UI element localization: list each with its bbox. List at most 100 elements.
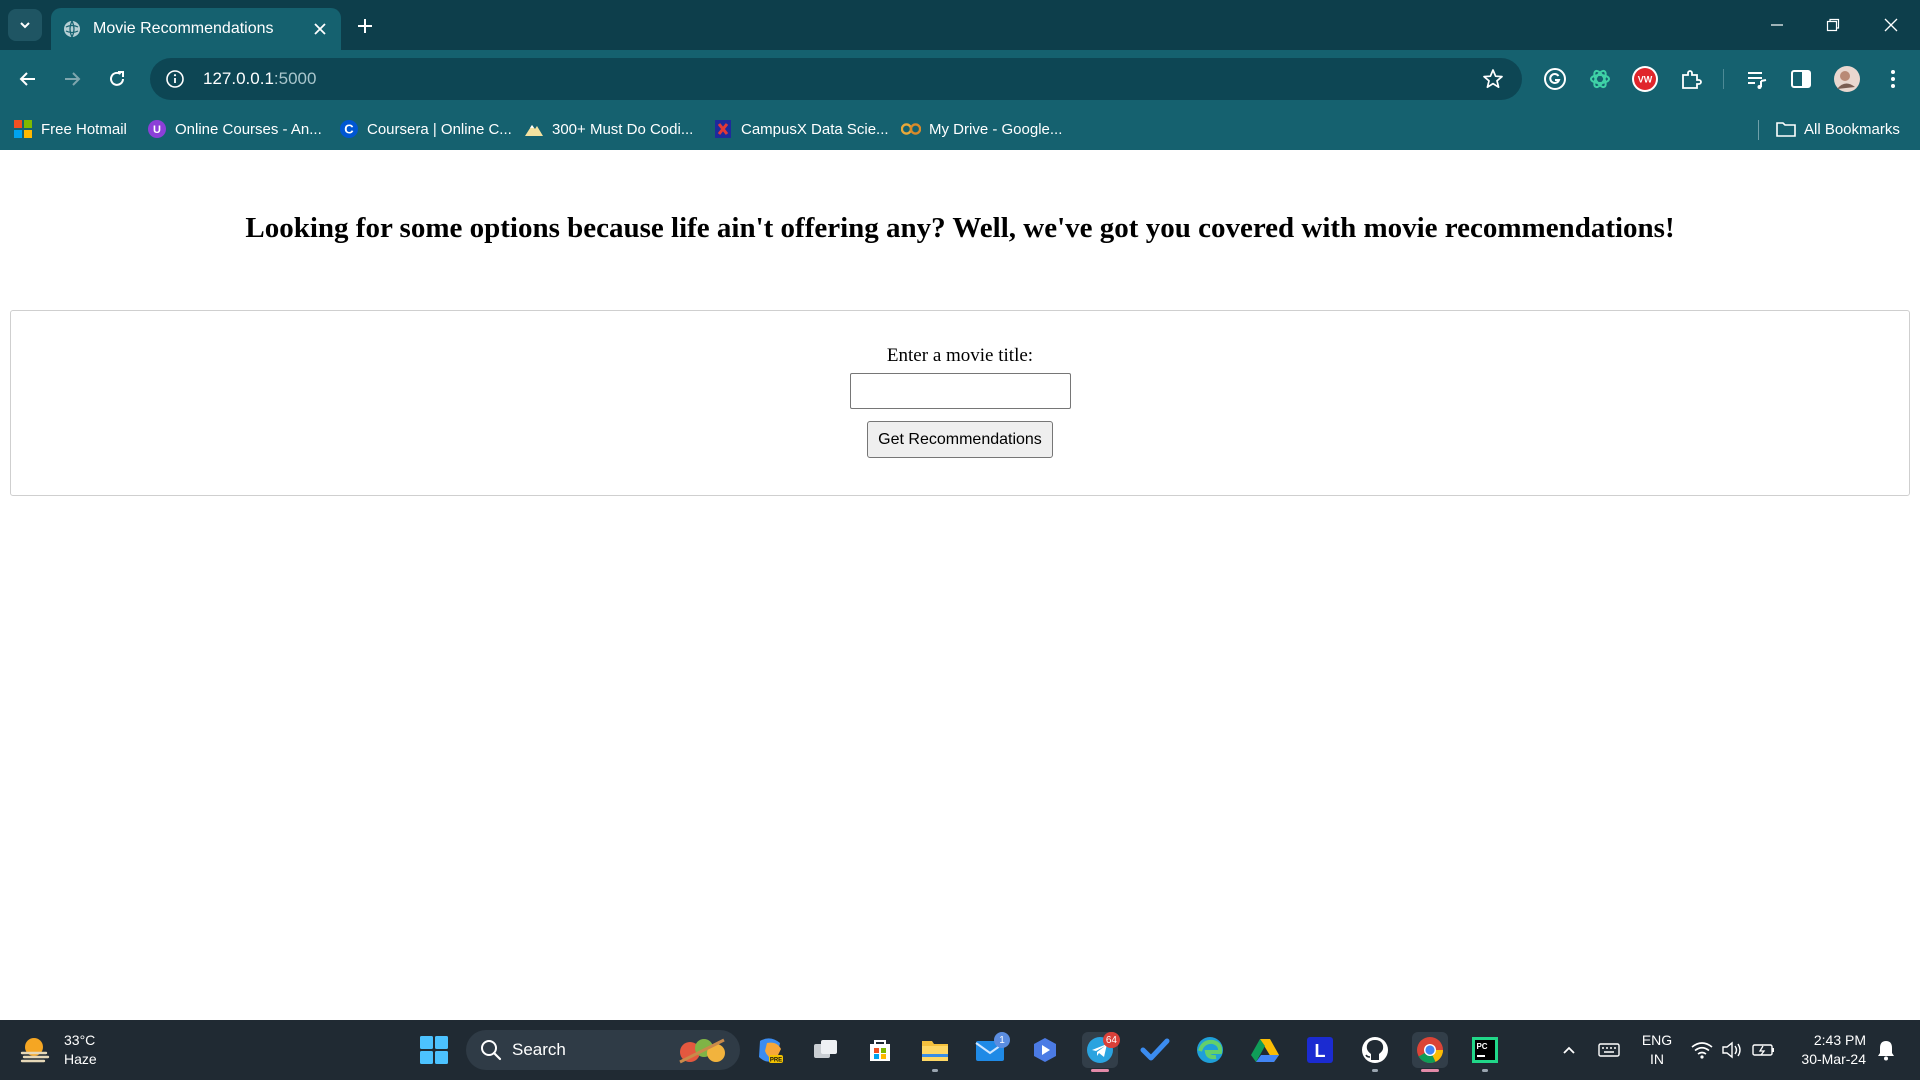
language-code: ENG: [1641, 1032, 1673, 1048]
bookmark-star-icon[interactable]: [1481, 67, 1505, 91]
bookmark-label: Coursera | Online C...: [367, 120, 512, 138]
url-port: :5000: [273, 69, 317, 88]
notifications-button[interactable]: [1872, 1036, 1900, 1064]
pycharm-app[interactable]: PC: [1467, 1032, 1503, 1072]
github-app[interactable]: [1357, 1032, 1393, 1072]
bookmarks-bar: Free Hotmail U Online Courses - An... C …: [0, 108, 1920, 150]
weather-widget[interactable]: 33°C Haze: [18, 1030, 97, 1070]
taskbar-search[interactable]: Search: [466, 1030, 740, 1070]
close-window-button[interactable]: [1878, 12, 1904, 38]
todo-app[interactable]: [1137, 1032, 1173, 1068]
coursera-icon: C: [339, 119, 359, 139]
wifi-icon: [1691, 1042, 1713, 1059]
address-bar[interactable]: 127.0.0.1:5000: [150, 58, 1522, 100]
online-courses-icon: U: [147, 119, 167, 139]
show-hidden-icons-button[interactable]: [1555, 1036, 1583, 1064]
l-app[interactable]: L: [1302, 1032, 1338, 1068]
folder-icon: [922, 1041, 948, 1061]
minimize-button[interactable]: [1764, 12, 1790, 38]
taskbar: 33°C Haze Search PRE 1 64 L PC ENG IN 2:…: [0, 1020, 1920, 1080]
grammarly-icon[interactable]: [1540, 64, 1570, 94]
google-drive-icon: [1251, 1039, 1279, 1062]
browser-tab-strip: Movie Recommendations: [0, 0, 1920, 50]
input-language-indicator[interactable]: ENG IN: [1637, 1031, 1677, 1069]
battery-status[interactable]: [1750, 1036, 1778, 1064]
movie-title-input[interactable]: [850, 373, 1071, 409]
windows-logo-icon: [13, 119, 33, 139]
running-indicator: [1372, 1069, 1378, 1072]
side-panel-icon[interactable]: [1786, 64, 1816, 94]
hexagon-play-icon: [1034, 1038, 1056, 1062]
vw-extension-icon[interactable]: VW: [1630, 64, 1660, 94]
volume-status[interactable]: [1718, 1036, 1746, 1064]
bookmark-must-do-coding[interactable]: 300+ Must Do Codi...: [524, 116, 693, 142]
page-content: Looking for some options because life ai…: [0, 150, 1920, 1020]
running-indicator: [932, 1069, 938, 1072]
checkmark-icon: [1140, 1038, 1170, 1061]
mountain-icon: [524, 119, 544, 139]
bell-icon: [1878, 1041, 1894, 1061]
tab-search-button[interactable]: [8, 9, 42, 41]
active-tab[interactable]: Movie Recommendations: [51, 8, 341, 50]
start-button[interactable]: [416, 1032, 452, 1068]
telegram-app[interactable]: 64: [1082, 1032, 1120, 1072]
campusx-icon: [713, 119, 733, 139]
avatar[interactable]: [1832, 64, 1862, 94]
edge-icon: [1197, 1037, 1223, 1063]
file-explorer-app[interactable]: [917, 1032, 953, 1072]
new-tab-button[interactable]: [352, 13, 378, 39]
info-icon[interactable]: [163, 67, 187, 91]
back-button[interactable]: [13, 64, 43, 94]
bookmark-campusx[interactable]: CampusX Data Scie...: [713, 116, 889, 142]
mail-app[interactable]: 1: [972, 1032, 1010, 1068]
google-drive-app[interactable]: [1247, 1032, 1283, 1068]
bookmark-label: Free Hotmail: [41, 120, 127, 138]
svg-text:PC: PC: [1476, 1042, 1487, 1051]
kali-app[interactable]: [1027, 1032, 1063, 1068]
mail-badge: 1: [994, 1032, 1010, 1048]
copilot-icon: PRE: [759, 1038, 783, 1064]
globe-icon: [64, 20, 80, 38]
close-tab-button[interactable]: [311, 20, 329, 38]
bookmark-free-hotmail[interactable]: Free Hotmail: [13, 116, 127, 142]
page-title: Looking for some options because life ai…: [245, 212, 1675, 244]
running-indicator: [1421, 1069, 1439, 1072]
region-code: IN: [1650, 1051, 1664, 1067]
bookmark-online-courses[interactable]: U Online Courses - An...: [147, 116, 322, 142]
restore-icon: [1826, 18, 1840, 32]
store-icon: [870, 1040, 890, 1061]
windows-logo-icon: [420, 1036, 448, 1064]
chrome-app[interactable]: [1412, 1032, 1448, 1072]
bookmark-label: 300+ Must Do Codi...: [552, 120, 694, 138]
svg-text:U: U: [153, 124, 161, 136]
telegram-badge: 64: [1102, 1032, 1120, 1048]
url-text: 127.0.0.1:5000: [203, 69, 316, 89]
copilot-app[interactable]: PRE: [752, 1032, 788, 1068]
bookmark-coursera[interactable]: C Coursera | Online C...: [339, 116, 512, 142]
all-bookmarks-button[interactable]: All Bookmarks: [1776, 116, 1900, 142]
recommendation-form: Enter a movie title: Get Recommendations: [10, 310, 1910, 496]
all-bookmarks-label: All Bookmarks: [1804, 120, 1900, 138]
more-menu-icon[interactable]: [1878, 64, 1908, 94]
forward-button[interactable]: [57, 64, 87, 94]
reload-button[interactable]: [102, 64, 132, 94]
task-view-app[interactable]: [808, 1032, 844, 1068]
microsoft-store-app[interactable]: [862, 1032, 898, 1068]
edge-app[interactable]: [1192, 1032, 1228, 1068]
wifi-status[interactable]: [1688, 1036, 1716, 1064]
bookmark-my-drive[interactable]: My Drive - Google...: [901, 116, 1062, 142]
weather-condition: Haze: [64, 1051, 97, 1067]
bookmark-label: Online Courses - An...: [175, 120, 322, 138]
task-view-icon: [814, 1040, 837, 1058]
bookmark-label: My Drive - Google...: [929, 120, 1063, 138]
media-controls-icon[interactable]: [1742, 64, 1772, 94]
puzzle-icon[interactable]: [1676, 64, 1706, 94]
search-highlight-icon: [679, 1038, 725, 1064]
chatgpt-icon[interactable]: [1585, 64, 1615, 94]
touch-keyboard-button[interactable]: [1595, 1036, 1623, 1064]
speaker-icon: [1722, 1041, 1741, 1059]
restore-button[interactable]: [1820, 12, 1846, 38]
arrow-right-icon: [65, 72, 81, 86]
get-recommendations-button[interactable]: Get Recommendations: [867, 421, 1053, 458]
system-clock[interactable]: 2:43 PM 30-Mar-24: [1786, 1031, 1866, 1069]
